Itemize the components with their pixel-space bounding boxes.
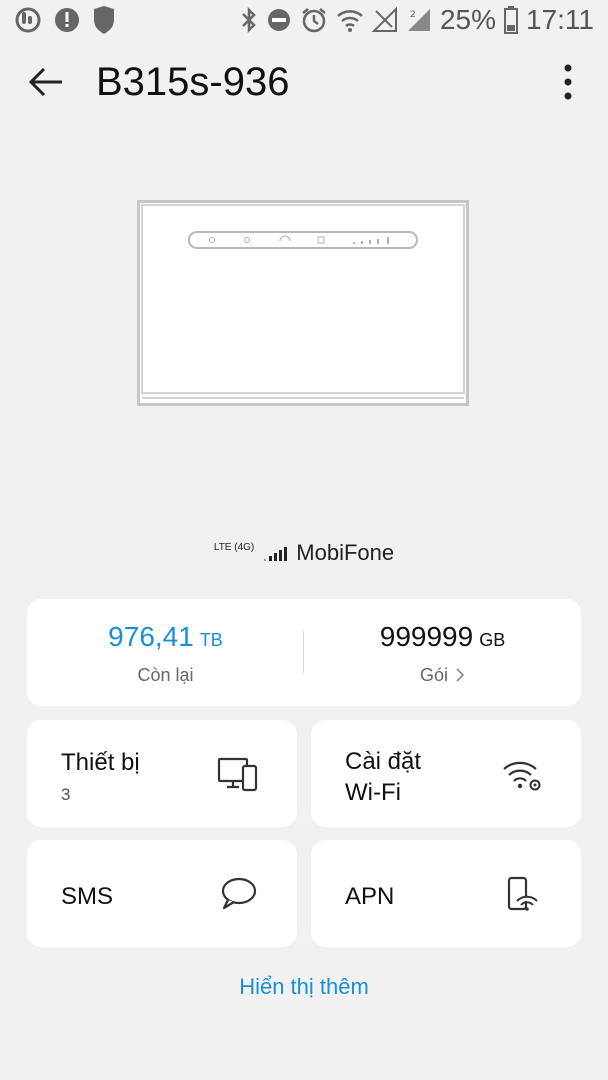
battery-percent: 25%	[439, 4, 496, 35]
touch-assist-icon	[15, 7, 41, 33]
signal-2-icon: 2	[407, 9, 430, 31]
remaining-label: Còn lại	[137, 665, 194, 685]
devices-tile[interactable]: Thiết bị 3	[27, 720, 297, 827]
package-label-line[interactable]: Gói	[304, 665, 581, 686]
remaining-unit: TB	[199, 630, 223, 650]
package-unit: GB	[479, 630, 506, 650]
network-info: LTE (4G) MobiFone	[0, 536, 608, 570]
devices-icon	[217, 757, 258, 792]
package-data[interactable]: 999999 GB Gói	[304, 599, 581, 706]
status-bar: 2 25% 17:11	[0, 0, 608, 44]
remaining-value-line: 976,41 TB	[27, 621, 304, 653]
apn-title: APN	[345, 883, 395, 910]
shield-icon	[94, 6, 114, 34]
phone-network-icon	[507, 876, 538, 911]
devices-count: 3	[61, 785, 71, 804]
battery-icon	[504, 6, 518, 34]
wifi-icon	[337, 10, 363, 32]
signal-icon	[371, 7, 397, 32]
page-title: B315s-936	[96, 60, 290, 104]
remaining-value: 976,41	[108, 621, 194, 652]
bluetooth-icon	[242, 7, 256, 33]
package-label: Gói	[419, 665, 448, 685]
alert-icon	[55, 8, 79, 32]
status-right-icons: 2 25% 17:11	[240, 4, 594, 36]
cellular-signal-icon	[264, 547, 288, 561]
sms-tile[interactable]: SMS	[27, 840, 297, 947]
more-options-icon[interactable]	[558, 62, 578, 102]
lte-label: LTE (4G)	[213, 541, 255, 553]
data-usage-card: 976,41 TB Còn lại 999999 GB Gói	[27, 599, 581, 706]
wifi-settings-tile[interactable]: Cài đặt Wi-Fi	[311, 720, 581, 827]
clock: 17:11	[526, 4, 594, 35]
svg-text:2: 2	[410, 10, 416, 20]
devices-title: Thiết bị	[61, 749, 140, 776]
carrier-name: MobiFone	[296, 540, 395, 565]
do-not-disturb-icon	[267, 9, 290, 31]
wifi-settings-icon	[503, 761, 541, 791]
show-more-link[interactable]: Hiển thị thêm	[0, 974, 608, 1000]
wifi-settings-line2: Wi-Fi	[345, 779, 401, 806]
status-left-icons	[14, 6, 116, 34]
package-value-line: 999999 GB	[304, 621, 581, 653]
package-value: 999999	[379, 621, 474, 652]
chevron-right-icon	[456, 668, 465, 682]
wifi-settings-line1: Cài đặt	[345, 748, 422, 775]
back-arrow-icon[interactable]	[26, 62, 66, 102]
remaining-data: 976,41 TB Còn lại	[27, 599, 304, 706]
alarm-icon	[302, 8, 326, 33]
message-icon	[221, 877, 257, 910]
router-image	[137, 200, 469, 406]
sms-title: SMS	[61, 883, 114, 910]
apn-tile[interactable]: APN	[311, 840, 581, 947]
app-bar: B315s-936	[0, 48, 608, 118]
